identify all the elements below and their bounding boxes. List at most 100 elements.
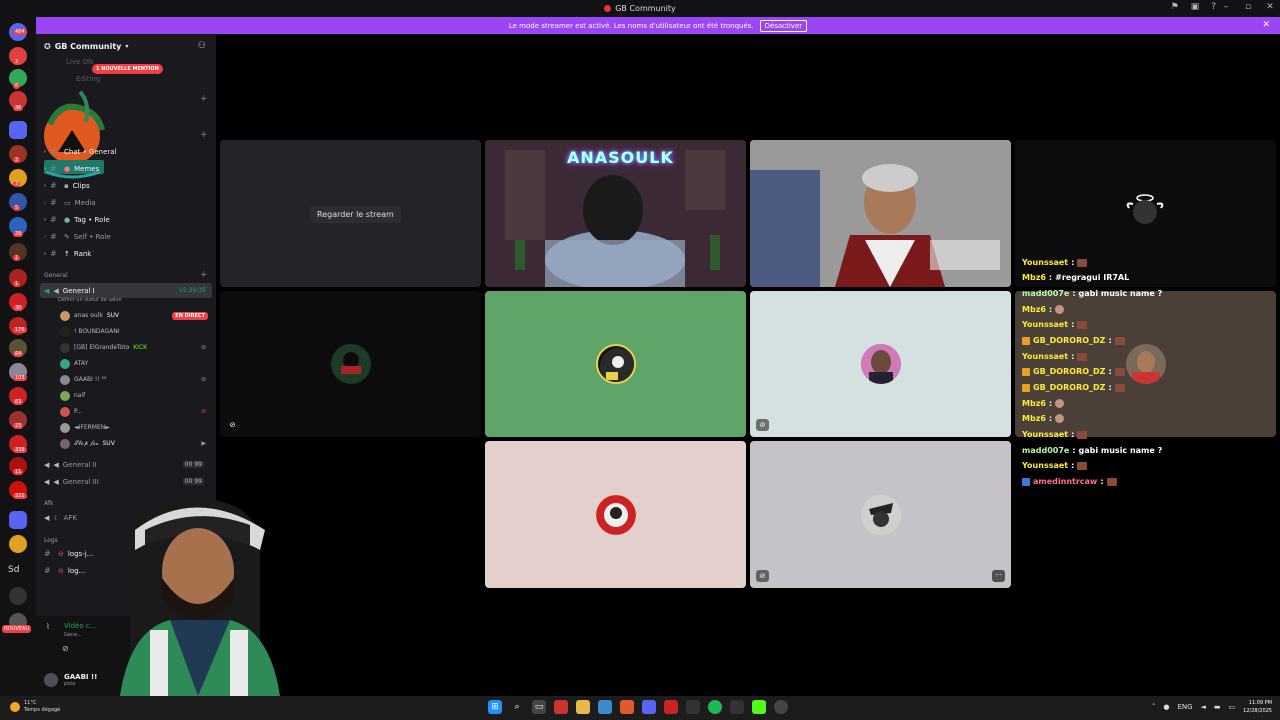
video-tile-camera[interactable] [750, 140, 1011, 287]
voice-status[interactable]: Vidéo c... [64, 622, 96, 630]
unread-badge: 3 [13, 181, 21, 187]
search-icon[interactable]: ⌕ [510, 700, 524, 714]
task-view-icon[interactable]: ▭ [532, 700, 546, 714]
new-mention-badge[interactable]: 1 NOUVELLE MENTION [92, 64, 163, 74]
user-tile[interactable] [485, 441, 746, 588]
app-icon[interactable] [686, 700, 700, 714]
channel-clips[interactable]: › # ▪ Clips [44, 178, 90, 193]
store-icon[interactable] [598, 700, 612, 714]
server-header[interactable]: ✪ GB Community ▾ ⚇ [36, 34, 216, 58]
avatar[interactable] [44, 673, 58, 687]
voice-user[interactable]: [GB] ElGrandeToto KICK ⊘ [60, 340, 208, 355]
category-general[interactable]: General [44, 272, 68, 279]
add-member-icon[interactable]: ⚇ [198, 41, 206, 51]
app-icon[interactable] [554, 700, 568, 714]
channel-chat-general[interactable]: › # Chat • General [44, 144, 117, 159]
user-tile[interactable]: ⊘ ··· [750, 441, 1011, 588]
windows-start-icon[interactable]: ⊞ [488, 700, 502, 714]
spotify-icon[interactable] [708, 700, 722, 714]
unread-badge: 221 [13, 493, 27, 499]
voice-user[interactable]: naif [60, 388, 208, 403]
app-icon[interactable] [774, 700, 788, 714]
channel-logs[interactable]: # ⊖ log... [44, 563, 85, 578]
add-channel-icon[interactable]: + [200, 130, 208, 140]
folder-icon[interactable] [9, 121, 27, 139]
pin-icon[interactable]: ⚑ [1171, 2, 1179, 12]
user-info[interactable]: GAABI !! poto [64, 673, 97, 687]
hash-icon: # [50, 198, 57, 207]
inbox-icon[interactable]: ▣ [1191, 2, 1200, 12]
add-channel-icon[interactable]: + [200, 270, 208, 280]
channel-memes[interactable]: › # ● Memes [44, 161, 99, 176]
voice-user[interactable]: ◄IFERMEN► [60, 420, 208, 435]
category-logs[interactable]: Logs [44, 537, 58, 544]
voice-channel-general-3[interactable]: ◀ ◀ General III 00 99 [40, 474, 212, 489]
brave-browser-icon[interactable] [620, 700, 634, 714]
close-window-button[interactable]: ✕ [1264, 2, 1276, 12]
user-status: poto [64, 681, 76, 687]
user-tile[interactable]: ⊘ [220, 291, 481, 437]
voice-user[interactable]: ATAY [60, 356, 208, 371]
volume-icon[interactable]: ◄ [1201, 703, 1206, 711]
title-tools: ⚑ ▣ ? [1171, 2, 1216, 12]
user-tile[interactable]: ⊘ [750, 291, 1011, 437]
video-tile-anasoulk[interactable]: ANASOULK [485, 140, 746, 287]
channel-logs[interactable]: # ⊖ logs-j... [44, 546, 93, 561]
more-options-icon[interactable]: ··· [992, 570, 1005, 582]
disable-streamer-mode-button[interactable]: Désactiver [759, 19, 808, 32]
watch-stream-button[interactable]: Regarder le stream [310, 206, 401, 223]
channel-tag-role[interactable]: › # ● Tag • Role [44, 212, 110, 227]
minimize-button[interactable]: – [1220, 2, 1232, 12]
clock[interactable]: 11:09 PM 12/28/2025 [1243, 699, 1272, 715]
user-tile-speaking[interactable] [485, 291, 746, 437]
chat-user: Mbz6 [1022, 273, 1046, 282]
channel-self-role[interactable]: › # ✎ Self • Role [44, 229, 111, 244]
chat-user: Younssaet [1022, 320, 1069, 329]
battery-icon[interactable]: ▭ [1229, 703, 1236, 711]
file-explorer-icon[interactable] [576, 700, 590, 714]
folder-icon[interactable] [9, 511, 27, 529]
network-icon[interactable]: ▬ [1214, 703, 1221, 711]
mic-icon[interactable]: ● [1163, 703, 1169, 711]
voice-channel-name[interactable]: Gene... [64, 632, 82, 638]
voice-user[interactable]: ! BOUNDAGANI [60, 324, 208, 339]
help-icon[interactable]: ? [1211, 2, 1216, 12]
voice-user[interactable]: GAABI !! ²⁵ ⊘ [60, 372, 208, 387]
server-icon[interactable] [9, 587, 27, 605]
mic-muted-icon: ⊘ [756, 570, 769, 582]
voice-user[interactable]: P... ⊘ [60, 404, 208, 419]
channel-label: AFK [63, 513, 78, 522]
kick-icon[interactable] [752, 700, 766, 714]
voice-user[interactable]: 𝓢𝓽𝓸𝓹 𝓯𝓲𝔁 SUV ▶ [60, 436, 208, 451]
emote-icon [1055, 399, 1065, 408]
chat-message: madd007e: gabi music name ? [1022, 446, 1163, 455]
stream-tile[interactable]: Regarder le stream [220, 140, 481, 287]
server-icon[interactable] [9, 535, 27, 553]
signal-icon: ⌇ [46, 622, 50, 631]
chat-user: Mbz6 [1022, 305, 1046, 314]
weather-text: 11°C Temps dégagé [24, 700, 60, 714]
chat-message: Mbz6: [1022, 399, 1065, 408]
channel-media[interactable]: › # ▭ Media [44, 195, 96, 210]
chat-message: Younssaet: [1022, 461, 1088, 470]
close-icon[interactable]: ✕ [1262, 20, 1270, 30]
voice-channel-general-2[interactable]: ◀ ◀ General II 00 99 [40, 457, 212, 472]
app-icon[interactable] [664, 700, 678, 714]
maximize-button[interactable]: ▫ [1242, 2, 1254, 12]
server-sd-label[interactable]: Sd [8, 565, 19, 575]
add-channel-icon[interactable]: + [200, 94, 208, 104]
voice-timer: 15:29:35 [179, 287, 206, 294]
app-icon[interactable] [730, 700, 744, 714]
voice-user[interactable]: anas oulk SUV EN DIRECT [60, 308, 208, 323]
language-indicator[interactable]: ENG [1177, 703, 1192, 711]
camera-off-icon[interactable]: ⊘ [62, 644, 69, 653]
channel-status[interactable]: Définir un statut de salon [58, 297, 122, 303]
channel-live-on[interactable]: Live ON [66, 54, 93, 69]
channel-rank[interactable]: › # ↑ Rank [44, 246, 91, 261]
chevron-up-icon[interactable]: ˄ [1152, 703, 1156, 711]
voice-channel-general-1[interactable]: ◀ ◀ General I 15:29:35 [40, 283, 212, 298]
category-afk[interactable]: Afk [44, 500, 53, 507]
unread-badge: 1 [13, 281, 21, 287]
discord-icon[interactable] [642, 700, 656, 714]
weather-widget[interactable]: 11°C Temps dégagé [10, 700, 60, 714]
